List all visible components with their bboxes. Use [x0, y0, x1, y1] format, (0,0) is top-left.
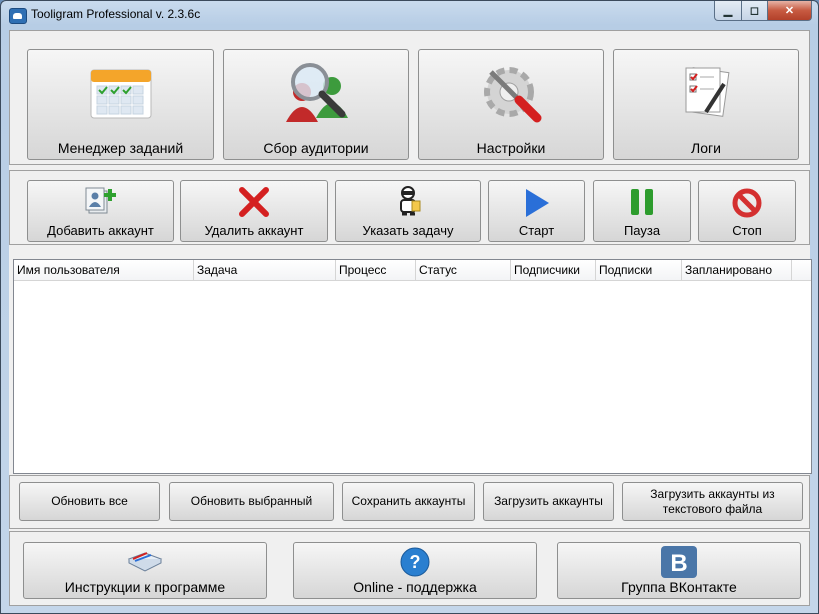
audience-search-icon — [286, 63, 348, 122]
add-account-label: Добавить аккаунт — [47, 223, 154, 238]
column-header-followers[interactable]: Подписчики — [511, 260, 596, 280]
load-accounts-button[interactable]: Загрузить аккаунты — [483, 482, 614, 521]
audience-collection-button[interactable]: Сбор аудитории — [223, 49, 409, 160]
assign-task-button[interactable]: Указать задачу — [335, 180, 481, 242]
vk-group-label: Группа ВКонтакте — [621, 579, 737, 595]
stop-label: Стоп — [732, 223, 762, 238]
column-header-process[interactable]: Процесс — [336, 260, 416, 280]
vk-logo-letter: B — [670, 550, 687, 577]
refresh-all-button[interactable]: Обновить все — [19, 482, 160, 521]
audience-collection-label: Сбор аудитории — [263, 140, 369, 156]
window-controls: ▁ ◻ ✕ — [714, 1, 812, 21]
stop-button[interactable]: Стоп — [698, 180, 796, 242]
vk-group-button[interactable]: B Группа ВКонтакте — [557, 542, 801, 599]
assign-task-label: Указать задачу — [362, 223, 454, 238]
add-account-icon — [85, 187, 116, 214]
vk-logo-icon: B — [661, 546, 697, 578]
logs-button[interactable]: Логи — [613, 49, 799, 160]
column-header-scheduled[interactable]: Запланировано — [682, 260, 792, 280]
task-robot-icon — [400, 186, 421, 216]
start-button[interactable]: Старт — [488, 180, 585, 242]
toolbar-panel: Добавить аккаунт Удалить аккаунт Указать… — [9, 170, 810, 245]
load-accounts-from-file-button[interactable]: Загрузить аккаунты из текстового файла — [622, 482, 803, 521]
table-header: Имя пользователя Задача Процесс Статус П… — [14, 260, 811, 281]
stop-icon — [732, 188, 762, 218]
save-accounts-button[interactable]: Сохранить аккаунты — [342, 482, 475, 521]
online-support-label: Online - поддержка — [353, 579, 477, 595]
task-manager-label: Менеджер заданий — [57, 140, 184, 156]
instructions-button[interactable]: Инструкции к программе — [23, 542, 267, 599]
settings-button[interactable]: Настройки — [418, 49, 604, 160]
minimize-button[interactable]: ▁ — [714, 1, 742, 21]
column-header-following[interactable]: Подписки — [596, 260, 682, 280]
settings-icon — [484, 67, 542, 123]
client-area: Менеджер заданий Сбор аудитории Настройк… — [9, 30, 812, 606]
title-bar[interactable]: Tooligram Professional v. 2.3.6c ▁ ◻ ✕ — [1, 1, 818, 29]
column-header-task[interactable]: Задача — [194, 260, 336, 280]
app-logo-icon — [9, 8, 27, 24]
actions-panel: Обновить все Обновить выбранный Сохранит… — [9, 475, 810, 529]
maximize-button[interactable]: ◻ — [742, 1, 768, 21]
pause-label: Пауза — [623, 223, 661, 238]
logs-label: Логи — [691, 140, 721, 156]
help-icon: ? — [400, 547, 430, 577]
instructions-label: Инструкции к программе — [64, 579, 226, 595]
pause-icon — [631, 189, 653, 215]
task-manager-button[interactable]: Менеджер заданий — [27, 49, 214, 160]
settings-label: Настройки — [476, 140, 546, 156]
delete-account-button[interactable]: Удалить аккаунт — [180, 180, 328, 242]
pause-button[interactable]: Пауза — [593, 180, 691, 242]
app-window: Tooligram Professional v. 2.3.6c ▁ ◻ ✕ М… — [0, 0, 819, 614]
book-icon — [127, 552, 163, 572]
footer-panel: Инструкции к программе ? Online - поддер… — [9, 531, 810, 606]
close-button[interactable]: ✕ — [768, 1, 812, 21]
column-header-username[interactable]: Имя пользователя — [14, 260, 194, 280]
play-icon — [525, 189, 549, 217]
svg-text:?: ? — [410, 552, 421, 572]
column-header-status[interactable]: Статус — [416, 260, 511, 280]
start-label: Старт — [518, 223, 555, 238]
delete-icon — [239, 187, 269, 217]
accounts-table[interactable]: Имя пользователя Задача Процесс Статус П… — [13, 259, 812, 474]
logs-icon — [685, 67, 730, 117]
calendar-icon — [90, 69, 151, 119]
add-account-button[interactable]: Добавить аккаунт — [27, 180, 174, 242]
online-support-button[interactable]: ? Online - поддержка — [293, 542, 537, 599]
refresh-selected-button[interactable]: Обновить выбранный — [169, 482, 334, 521]
delete-account-label: Удалить аккаунт — [204, 223, 304, 238]
window-title: Tooligram Professional v. 2.3.6c — [31, 7, 201, 21]
main-nav-panel: Менеджер заданий Сбор аудитории Настройк… — [9, 30, 810, 165]
